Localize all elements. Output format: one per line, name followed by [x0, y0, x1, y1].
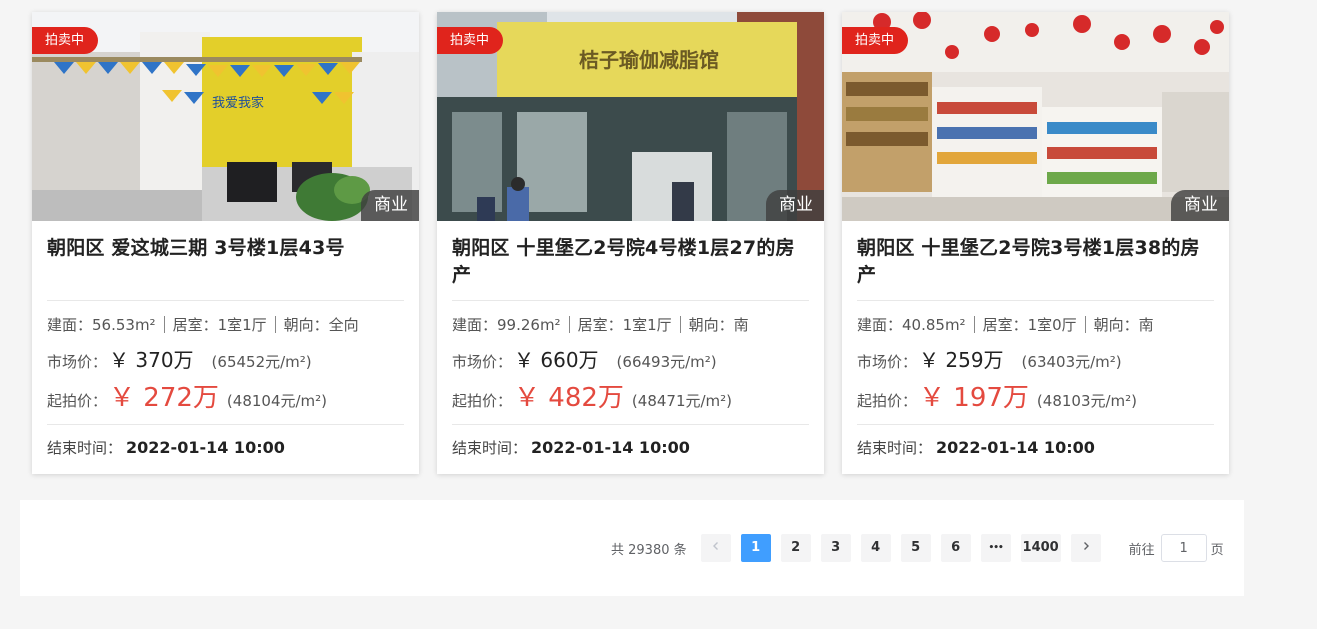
listing-card[interactable]: 拍卖中 商业 朝阳区 十里堡乙2号院3号楼1层38的房产 建面：40.85m² 居…	[842, 12, 1229, 474]
listing-card[interactable]: 桔子瑜伽减脂馆 拍卖中 商业 朝阳区 十里堡乙2号院4号楼1层27的房产 建面：…	[437, 12, 824, 474]
end-time-label: 结束时间：	[47, 439, 123, 457]
divider	[163, 316, 165, 333]
storefront-sign-text: 桔子瑜伽减脂馆	[579, 48, 719, 72]
category-badge: 商业	[766, 190, 824, 221]
end-time-row: 结束时间： 2022-01-14 10:00	[452, 424, 809, 458]
end-time-value: 2022-01-14 10:00	[126, 438, 285, 457]
start-price-row: 起拍价：￥ 197万 (48103元/m²)	[857, 381, 1214, 415]
pagination: 共 29380 条 1 2 3 4 5 6 ••• 1400 前往 页	[611, 534, 1224, 562]
start-price-row: 起拍价：￥ 272万 (48104元/m²)	[47, 381, 404, 415]
listing-photo[interactable]: 拍卖中 商业	[842, 12, 1229, 221]
market-price-label: 市场价：	[452, 353, 513, 371]
page-button-2[interactable]: 2	[780, 534, 811, 562]
market-price-row: 市场价： ￥ 259万 (63403元/m²)	[857, 346, 1214, 374]
auction-status-badge: 拍卖中	[437, 27, 504, 54]
listing-specs: 建面：56.53m² 居室：1室1厅 朝向：全向	[47, 313, 404, 337]
page-button-4[interactable]: 4	[860, 534, 891, 562]
start-price-label: 起拍价：	[47, 392, 108, 410]
auction-status-badge: 拍卖中	[842, 27, 909, 54]
prev-page-button[interactable]	[700, 534, 731, 562]
start-price-row: 起拍价：￥ 482万 (48471元/m²)	[452, 381, 809, 415]
market-unit-price: (66493元/m²)	[616, 353, 717, 371]
listing-card[interactable]: 我爱我家 拍卖中 商业 朝阳区 爱这城三期 3号楼1层43号 建面：56.53m…	[32, 12, 419, 474]
rooms-text: 居室：1室0厅	[982, 316, 1077, 334]
auction-status-badge: 拍卖中	[32, 27, 99, 54]
goto-label: 前往	[1128, 542, 1155, 558]
market-price-row: 市场价： ￥ 660万 (66493元/m²)	[452, 346, 809, 374]
rooms-text: 居室：1室1厅	[172, 316, 267, 334]
svg-text:我爱我家: 我爱我家	[212, 95, 264, 111]
chevron-right-icon	[1083, 542, 1089, 550]
next-page-button[interactable]	[1070, 534, 1101, 562]
rooms-text: 居室：1室1厅	[577, 316, 672, 334]
listing-title[interactable]: 朝阳区 爱这城三期 3号楼1层43号	[47, 221, 404, 301]
start-price-label: 起拍价：	[857, 392, 918, 410]
listing-grid: 我爱我家 拍卖中 商业 朝阳区 爱这城三期 3号楼1层43号 建面：56.53m…	[32, 12, 1229, 474]
end-time-label: 结束时间：	[857, 439, 933, 457]
page-button-3[interactable]: 3	[820, 534, 851, 562]
area-text: 建面：99.26m²	[452, 316, 561, 334]
market-price-value: ￥ 660万	[514, 348, 599, 372]
end-time-value: 2022-01-14 10:00	[936, 438, 1095, 457]
listing-title[interactable]: 朝阳区 十里堡乙2号院4号楼1层27的房产	[452, 221, 809, 301]
listing-title[interactable]: 朝阳区 十里堡乙2号院3号楼1层38的房产	[857, 221, 1214, 301]
divider	[1084, 316, 1086, 333]
market-price-label: 市场价：	[857, 353, 918, 371]
listing-photo[interactable]: 我爱我家 拍卖中 商业	[32, 12, 419, 221]
market-unit-price: (63403元/m²)	[1021, 353, 1122, 371]
total-count: 共 29380 条	[611, 542, 687, 558]
page-button-5[interactable]: 5	[900, 534, 931, 562]
chevron-left-icon	[712, 542, 718, 550]
listing-specs: 建面：40.85m² 居室：1室0厅 朝向：南	[857, 313, 1214, 337]
page-jumper: 前往 页	[1129, 534, 1224, 562]
page-button-6[interactable]: 6	[940, 534, 971, 562]
start-price-value: ￥ 272万	[109, 383, 219, 413]
page-suffix-label: 页	[1210, 542, 1224, 558]
end-time-row: 结束时间： 2022-01-14 10:00	[47, 424, 404, 458]
end-time-value: 2022-01-14 10:00	[531, 438, 690, 457]
market-price-value: ￥ 370万	[109, 348, 194, 372]
market-price-row: 市场价： ￥ 370万 (65452元/m²)	[47, 346, 404, 374]
listing-specs: 建面：99.26m² 居室：1室1厅 朝向：南	[452, 313, 809, 337]
divider	[679, 316, 681, 333]
start-price-value: ￥ 197万	[919, 383, 1029, 413]
start-unit-price: (48103元/m²)	[1036, 392, 1138, 410]
market-unit-price: (65452元/m²)	[211, 353, 312, 371]
end-time-row: 结束时间： 2022-01-14 10:00	[857, 424, 1214, 458]
facing-text: 朝向：南	[688, 316, 749, 334]
start-price-label: 起拍价：	[452, 392, 513, 410]
facing-text: 朝向：南	[1093, 316, 1154, 334]
pagination-panel: 共 29380 条 1 2 3 4 5 6 ••• 1400 前往 页	[20, 500, 1244, 596]
end-time-label: 结束时间：	[452, 439, 528, 457]
start-unit-price: (48471元/m²)	[631, 392, 733, 410]
divider	[973, 316, 975, 333]
area-text: 建面：56.53m²	[47, 316, 156, 334]
page-button-1[interactable]: 1	[740, 534, 771, 562]
start-unit-price: (48104元/m²)	[226, 392, 328, 410]
goto-page-input[interactable]	[1160, 534, 1207, 562]
listing-photo[interactable]: 桔子瑜伽减脂馆 拍卖中 商业	[437, 12, 824, 221]
start-price-value: ￥ 482万	[514, 383, 624, 413]
facing-text: 朝向：全向	[283, 316, 359, 334]
market-price-value: ￥ 259万	[919, 348, 1004, 372]
divider	[274, 316, 276, 333]
area-text: 建面：40.85m²	[857, 316, 966, 334]
divider	[568, 316, 570, 333]
last-page-button[interactable]: 1400	[1020, 534, 1061, 562]
category-badge: 商业	[1171, 190, 1229, 221]
category-badge: 商业	[361, 190, 419, 221]
more-pages-button[interactable]: •••	[980, 534, 1011, 562]
market-price-label: 市场价：	[47, 353, 108, 371]
